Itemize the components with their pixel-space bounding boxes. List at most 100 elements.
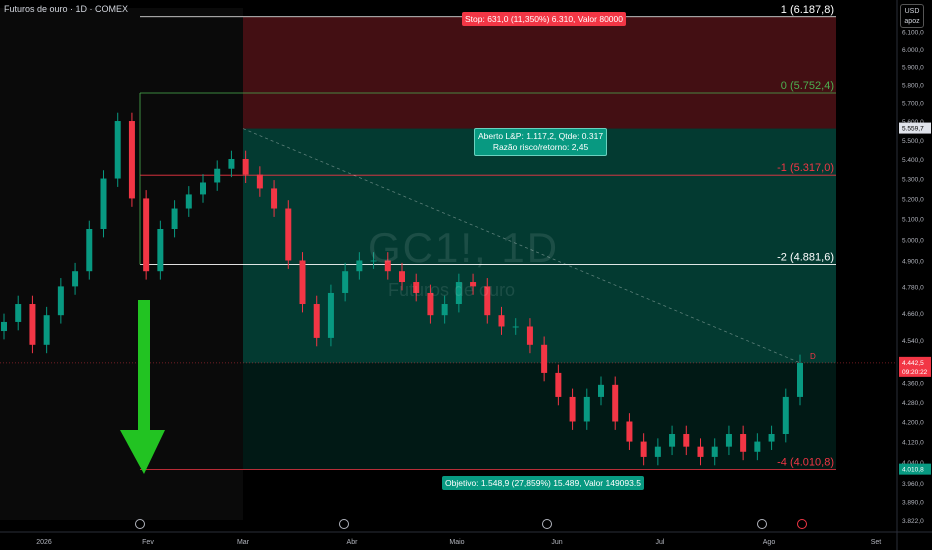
- candle-body: [86, 228, 93, 272]
- y-tick-label: 5.900,0: [902, 65, 924, 72]
- y-tick-label: 5.800,0: [902, 82, 924, 89]
- fib-label: 1 (6.187,8): [781, 4, 834, 16]
- candle-body: [725, 434, 732, 447]
- candle-body: [185, 194, 192, 209]
- open-pnl-line2: Razão risco/retorno: 2,45: [492, 142, 589, 152]
- x-tick-label: Fev: [142, 539, 154, 546]
- y-tick-label: 4.360,0: [902, 380, 924, 387]
- y-tick-label: 5.100,0: [902, 217, 924, 224]
- candle-body: [15, 304, 22, 322]
- candle-body: [256, 174, 263, 189]
- candle-body: [271, 188, 278, 209]
- candle-body: [29, 304, 36, 345]
- y-tick-label: 4.200,0: [902, 419, 924, 426]
- candle-body: [583, 396, 590, 422]
- candle-body: [1, 321, 7, 332]
- open-pnl-label[interactable]: Aberto L&P: 1.117,2, Qtde: 0.317 Razão r…: [474, 128, 608, 156]
- candle-body: [541, 344, 548, 373]
- fib-label: -4 (4.010,8): [777, 457, 834, 469]
- target-label[interactable]: Objetivo: 1.548,9 (27,859%) 15.489, Valo…: [442, 476, 644, 490]
- dividend-marker: D: [810, 352, 816, 361]
- y-tick-label: 4.660,0: [902, 311, 924, 318]
- candle-body: [143, 198, 150, 272]
- y-tick-label: 4.780,0: [902, 284, 924, 291]
- watermark-ticker: GC1!, 1D: [368, 224, 560, 271]
- currency-selector[interactable]: USD apoz: [900, 4, 924, 28]
- candle-body: [299, 260, 306, 305]
- y-tick-label: 4.280,0: [902, 400, 924, 407]
- currency-label: USD: [904, 8, 920, 15]
- history-area: [0, 8, 243, 520]
- candle-body: [512, 326, 519, 328]
- candle-body: [526, 326, 533, 345]
- x-tick-label: Maio: [449, 539, 464, 546]
- candle-body: [327, 292, 334, 338]
- profit-zone-remaining: [243, 362, 836, 470]
- candle-body: [72, 271, 79, 287]
- candle-body: [711, 446, 718, 457]
- candle-body: [768, 434, 775, 442]
- current-price-tag-time: 09:20:22: [902, 369, 928, 376]
- chart-root: 1 (6.187,8) 0 (5.752,4) -1 (5.317,0) -2 (4.…: [0, 0, 932, 550]
- x-tick-label: Mar: [237, 539, 250, 546]
- y-tick-label: 6.100,0: [902, 30, 924, 37]
- candle-body: [697, 446, 704, 457]
- candle-body: [128, 121, 135, 199]
- candle-body: [157, 228, 164, 272]
- candle-body: [654, 446, 661, 457]
- candle-body: [171, 208, 178, 229]
- candle-body: [569, 396, 576, 422]
- candle-body: [782, 396, 789, 435]
- x-tick-label: Abr: [347, 539, 359, 546]
- candle-body: [626, 421, 633, 442]
- candle-body: [555, 372, 562, 397]
- candle-body: [612, 384, 619, 422]
- candle-body: [797, 362, 803, 397]
- y-tick-label: 5.700,0: [902, 101, 924, 108]
- candle-body: [754, 441, 761, 452]
- fib-label: -1 (5.317,0): [777, 162, 834, 174]
- candle-body: [114, 121, 121, 179]
- y-tick-label: 4.120,0: [902, 440, 924, 447]
- candle-body: [342, 271, 349, 293]
- candle-body: [200, 182, 206, 195]
- watermark-name: Futuros de ouro: [388, 280, 516, 300]
- y-tick-label: 5.200,0: [902, 196, 924, 203]
- candle-body: [598, 384, 604, 397]
- y-tick-label: 5.300,0: [902, 177, 924, 184]
- candle-body: [313, 304, 320, 338]
- y-tick-label: 5.500,0: [902, 138, 924, 145]
- y-tick-label: 5.000,0: [902, 237, 924, 244]
- candle-body: [640, 441, 647, 457]
- candle-body: [740, 434, 747, 452]
- open-pnl-line1: Aberto L&P: 1.117,2, Qtde: 0.317: [478, 131, 604, 141]
- x-tick-label: Jun: [551, 539, 562, 546]
- fib-label: 0 (5.752,4): [781, 80, 834, 92]
- symbol-title[interactable]: Futuros de ouro · 1D · COMEX: [4, 4, 128, 14]
- x-tick-label: Jul: [656, 539, 665, 546]
- candle-body: [669, 434, 676, 447]
- y-tick-label: 3.890,0: [902, 500, 924, 507]
- entry-price-tag: 5.559,7: [902, 126, 924, 133]
- y-tick-label: 4.900,0: [902, 258, 924, 265]
- candle-body: [43, 315, 50, 345]
- stop-label[interactable]: Stop: 631,0 (11,350%) 6.310, Valor 80000: [462, 12, 626, 26]
- candlestick-chart[interactable]: 1 (6.187,8) 0 (5.752,4) -1 (5.317,0) -2 (4.…: [0, 0, 932, 550]
- target-price-tag: 4.010,8: [902, 467, 924, 474]
- y-tick-label: 6.000,0: [902, 47, 924, 54]
- candle-body: [498, 315, 505, 327]
- candle-body: [214, 168, 221, 183]
- candle-body: [228, 159, 235, 169]
- current-price-tag: 4.442,5: [902, 360, 924, 367]
- x-tick-label: Set: [871, 539, 882, 546]
- candle-body: [441, 304, 448, 316]
- candle-body: [356, 260, 363, 272]
- candle-body: [683, 434, 690, 447]
- candle-body: [285, 208, 292, 261]
- y-tick-label: 4.540,0: [902, 338, 924, 345]
- y-tick-label: 3.960,0: [902, 481, 924, 488]
- candle-body: [57, 286, 64, 316]
- currency-sublabel: apoz: [904, 18, 920, 25]
- x-tick-label: 2026: [36, 539, 52, 546]
- candle-body: [100, 178, 107, 229]
